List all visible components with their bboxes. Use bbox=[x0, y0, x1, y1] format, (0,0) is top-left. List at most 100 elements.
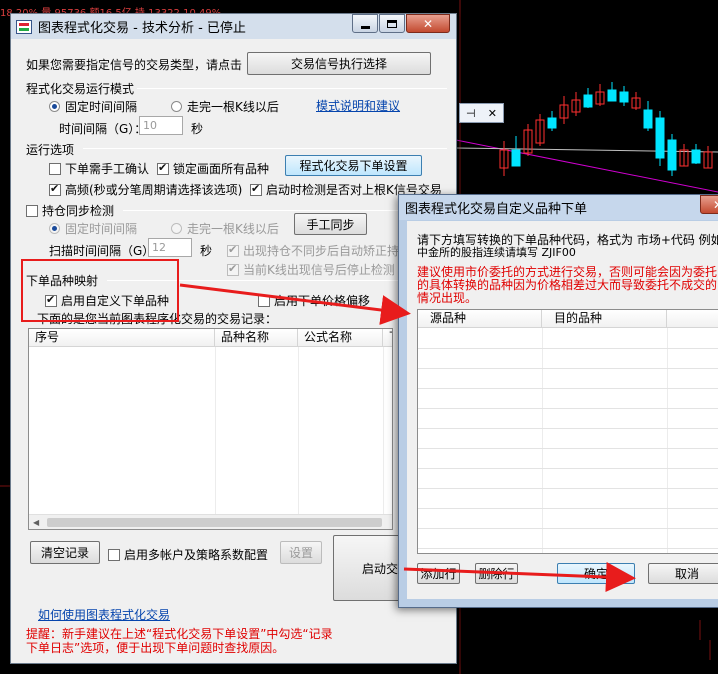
candle-body bbox=[547, 117, 557, 129]
radio-icon bbox=[171, 101, 182, 112]
cancel-button[interactable]: 取消 bbox=[648, 563, 718, 584]
annotation-highlight-box bbox=[21, 259, 179, 322]
auto-fix-checkbox[interactable]: 出现持仓不同步后自动矫正持 bbox=[227, 242, 399, 259]
candle-body bbox=[607, 89, 617, 102]
settings-button[interactable]: 设置 bbox=[280, 541, 322, 564]
grid-row-line bbox=[418, 428, 718, 429]
add-row-button[interactable]: 添加行 bbox=[417, 563, 460, 584]
column-divider bbox=[215, 347, 216, 514]
note-line3: 情况出现。 bbox=[417, 291, 478, 305]
radio-icon bbox=[49, 101, 60, 112]
pin-icon: ⊣ bbox=[466, 106, 476, 120]
signal-prompt-label: 如果您需要指定信号的交易类型，请点击 bbox=[26, 58, 243, 72]
delete-row-button[interactable]: 删除行 bbox=[475, 563, 518, 584]
run-mode-heading: 程式化交易运行模式 bbox=[26, 82, 135, 96]
grid-row-line bbox=[418, 508, 718, 509]
candle-body bbox=[619, 91, 629, 103]
price-offset-checkbox[interactable]: 启用下单价格偏移 bbox=[258, 292, 370, 309]
grid-row-line bbox=[418, 548, 718, 549]
interval-label: 时间间隔（G）： bbox=[59, 122, 147, 136]
candle-body bbox=[655, 117, 665, 159]
col-header-symbol[interactable]: 品种名称 bbox=[215, 329, 298, 346]
checkbox-checked-icon bbox=[49, 182, 61, 196]
candle-body bbox=[667, 139, 677, 171]
grid-row-line bbox=[418, 348, 718, 349]
main-window: 图表程式化交易 - 技术分析 - 已停止 ✕ 如果您需要指定信号的交易类型，请点… bbox=[10, 13, 457, 664]
col-header-formula[interactable]: 公式名称 bbox=[298, 329, 383, 346]
signal-select-button[interactable]: 交易信号执行选择 bbox=[247, 52, 431, 75]
maximize-button[interactable] bbox=[379, 14, 405, 33]
column-divider bbox=[667, 328, 668, 553]
checkbox-checked-icon bbox=[227, 243, 239, 257]
mode-help-link[interactable]: 模式说明和建议 bbox=[316, 97, 400, 114]
main-titlebar[interactable]: 图表程式化交易 - 技术分析 - 已停止 ✕ bbox=[11, 14, 456, 39]
candle-body bbox=[511, 149, 521, 167]
ok-button[interactable]: 确定 bbox=[557, 563, 635, 584]
run-mode-fixed-option[interactable]: 固定时间间隔 bbox=[49, 98, 137, 115]
group-divider bbox=[137, 88, 447, 89]
run-options-heading: 运行选项 bbox=[26, 143, 75, 157]
col-header-order[interactable]: 下 bbox=[383, 329, 392, 346]
close-button[interactable]: ✕ bbox=[406, 14, 450, 33]
scan-interval-input[interactable]: 12 bbox=[148, 238, 192, 257]
column-divider bbox=[542, 328, 543, 553]
custom-symbol-dialog: 图表程式化交易自定义品种下单 ✕ 请下方填写转换的下单品种代码，格式为 市场+代… bbox=[398, 194, 718, 608]
run-mode-kline-option[interactable]: 走完一根K线以后 bbox=[171, 98, 279, 115]
interval-unit: 秒 bbox=[191, 122, 204, 136]
background-panel-buttons: ⊣ ✕ bbox=[459, 103, 504, 123]
candle-body bbox=[643, 109, 653, 129]
scan-interval-label: 扫描时间间隔（G）： bbox=[49, 244, 161, 258]
maximize-icon bbox=[387, 19, 397, 28]
checkbox-checked-icon bbox=[227, 262, 239, 276]
scroll-left-icon[interactable]: ◀ bbox=[33, 518, 39, 527]
sync-fixed-option[interactable]: 固定时间间隔 bbox=[49, 220, 137, 237]
scan-interval-unit: 秒 bbox=[200, 244, 213, 258]
grid-row-line bbox=[418, 528, 718, 529]
scroll-thumb[interactable] bbox=[47, 518, 382, 527]
lock-screen-checkbox[interactable]: 锁定画面所有品种 bbox=[157, 160, 269, 177]
col-header-index[interactable]: 序号 bbox=[29, 329, 215, 346]
symbol-mapping-grid[interactable]: 源品种 目的品种 ▲ bbox=[417, 309, 718, 554]
checkbox-checked-icon bbox=[250, 182, 262, 196]
checkbox-icon bbox=[49, 163, 61, 175]
sync-kline-option[interactable]: 走完一根K线以后 bbox=[171, 220, 279, 237]
checkbox-icon bbox=[26, 205, 38, 217]
close-icon: ✕ bbox=[713, 198, 718, 212]
checkbox-icon bbox=[108, 549, 120, 561]
grid-row-line bbox=[418, 388, 718, 389]
dialog-close-button[interactable]: ✕ bbox=[700, 195, 718, 214]
candle-body bbox=[583, 94, 593, 108]
column-divider bbox=[298, 347, 299, 514]
clear-records-button[interactable]: 清空记录 bbox=[30, 541, 100, 564]
multi-account-checkbox[interactable]: 启用多帐户及策略系数配置 bbox=[108, 546, 268, 563]
records-header: 序号 品种名称 公式名称 下 bbox=[29, 329, 392, 347]
high-frequency-checkbox[interactable]: 高频(秒或分笔周期请选择该选项) bbox=[49, 181, 242, 198]
dialog-client-area: 请下方填写转换的下单品种代码，格式为 市场+代码 例如 中金所的股指连续请填写 … bbox=[407, 221, 718, 599]
grid-header: 源品种 目的品种 bbox=[418, 310, 718, 328]
col-header-source[interactable]: 源品种 bbox=[418, 310, 542, 327]
records-horizontal-scrollbar[interactable]: ◀ bbox=[29, 514, 392, 529]
manual-confirm-checkbox[interactable]: 下单需手工确认 bbox=[49, 160, 149, 177]
records-list[interactable]: 序号 品种名称 公式名称 下 ◀ bbox=[28, 328, 393, 530]
dialog-titlebar[interactable]: 图表程式化交易自定义品种下单 ✕ bbox=[399, 195, 718, 220]
grid-row-line bbox=[418, 468, 718, 469]
stop-on-signal-checkbox[interactable]: 当前K线出现信号后停止检测 bbox=[227, 261, 395, 278]
col-header-target[interactable]: 目的品种 bbox=[542, 310, 667, 327]
checkbox-icon bbox=[258, 295, 270, 307]
order-settings-button[interactable]: 程式化交易下单设置 bbox=[285, 155, 422, 176]
minimize-icon bbox=[360, 25, 370, 29]
grid-row-line bbox=[418, 408, 718, 409]
candle-body bbox=[691, 149, 701, 164]
minimize-button[interactable] bbox=[352, 14, 378, 33]
instruction-line2: 中金所的股指连续请填写 ZJIF00 bbox=[417, 246, 576, 259]
close-icon: ✕ bbox=[422, 16, 434, 31]
grid-row-line bbox=[418, 488, 718, 489]
grid-row-line bbox=[418, 448, 718, 449]
start-trading-button[interactable]: 启动交 bbox=[333, 535, 403, 601]
app-chart-icon bbox=[16, 19, 32, 34]
manual-sync-button[interactable]: 手工同步 bbox=[294, 213, 367, 235]
interval-input[interactable]: 10 bbox=[139, 116, 183, 135]
position-sync-checkbox[interactable]: 持仓同步检测 bbox=[26, 202, 114, 219]
how-to-use-link[interactable]: 如何使用图表程式化交易 bbox=[38, 606, 170, 623]
col-header-extra[interactable] bbox=[667, 310, 718, 327]
